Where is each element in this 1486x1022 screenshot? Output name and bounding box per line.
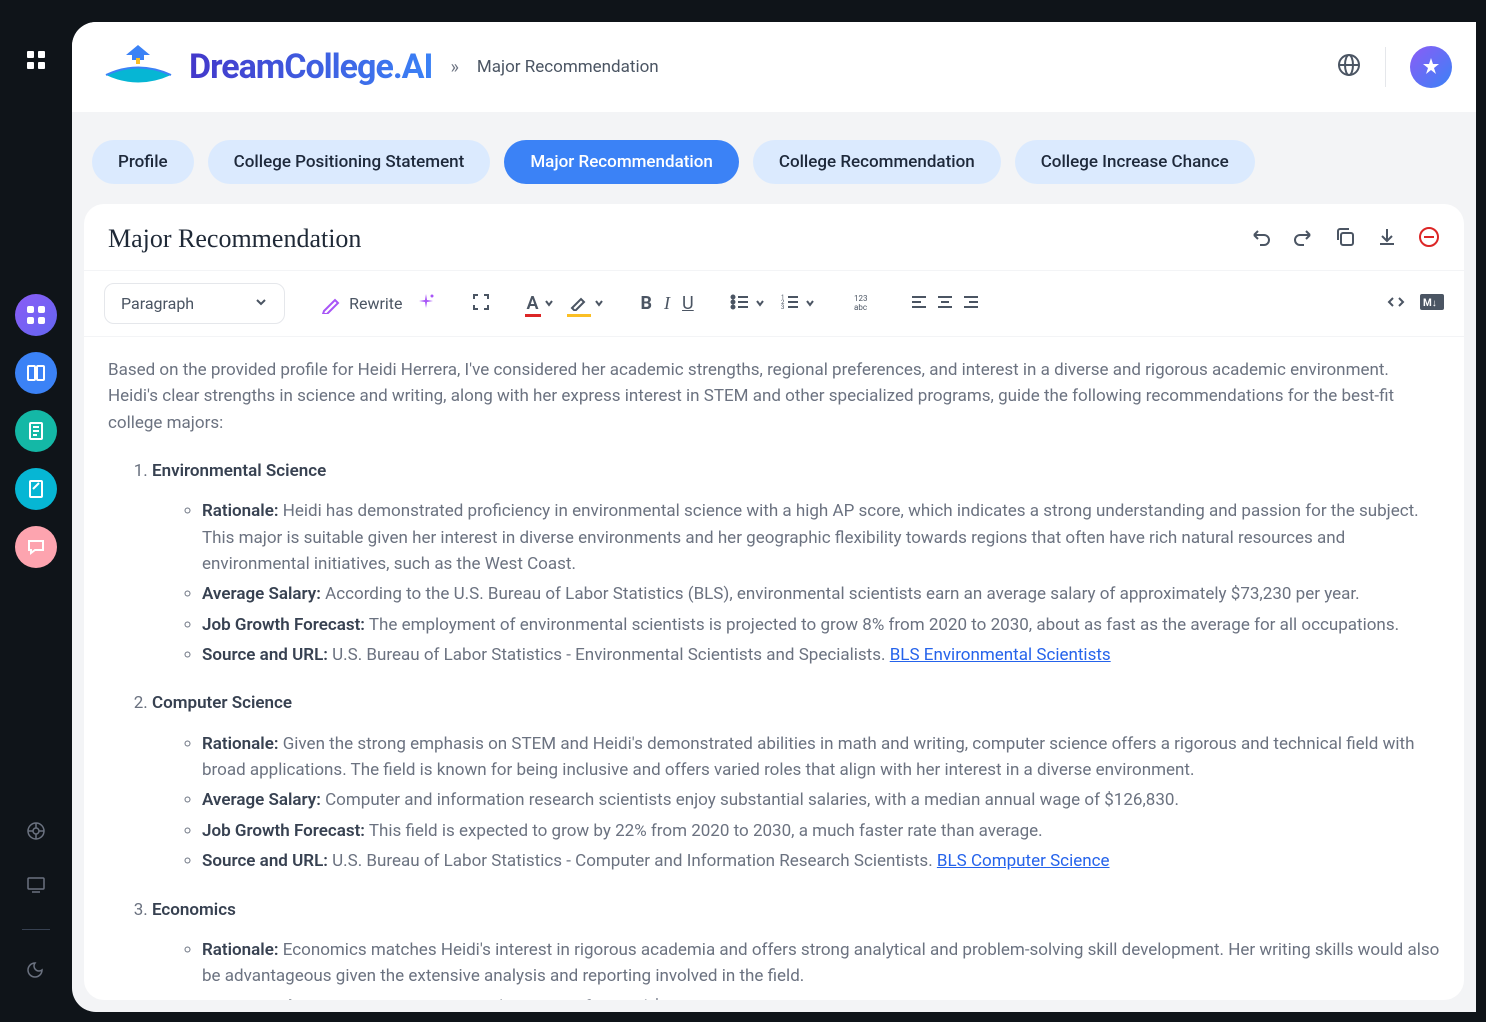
tab-increase-chance[interactable]: College Increase Chance [1015, 140, 1255, 184]
rewrite-button[interactable]: Rewrite [321, 294, 402, 314]
logo-text: DreamCollege.AI [189, 47, 432, 87]
svg-text:123: 123 [854, 294, 868, 303]
svg-text:M↓: M↓ [1423, 298, 1437, 309]
logo-icon [96, 40, 181, 95]
align-right-icon[interactable] [962, 293, 980, 315]
download-icon[interactable] [1376, 226, 1398, 252]
editor-toolbar: Paragraph Rewrite A [84, 270, 1464, 337]
detail-growth: Job Growth Forecast: The employment of e… [202, 612, 1440, 638]
numbered-list-icon: 123 [780, 292, 800, 316]
redo-icon[interactable] [1292, 226, 1314, 252]
user-avatar[interactable] [1410, 46, 1452, 88]
highlight-color-button[interactable] [569, 294, 605, 313]
detail-salary: Average Salary: Economists earn a median… [202, 994, 1440, 1000]
align-center-icon[interactable] [936, 293, 954, 315]
source-link[interactable]: BLS Computer Science [937, 851, 1110, 871]
tabs: Profile College Positioning Statement Ma… [72, 112, 1476, 204]
tab-college-recommendation[interactable]: College Recommendation [753, 140, 1001, 184]
bullet-list-button[interactable] [730, 292, 766, 316]
detail-source: Source and URL: U.S. Bureau of Labor Sta… [202, 642, 1440, 668]
chevron-down-icon [543, 294, 555, 313]
sidebar-bottom [22, 821, 50, 982]
abc-format-icon[interactable]: 123abc [852, 291, 874, 317]
detail-source: Source and URL: U.S. Bureau of Labor Sta… [202, 848, 1440, 874]
major-details: Rationale: Heidi has demonstrated profic… [152, 498, 1440, 668]
major-item: Computer Science Rationale: Given the st… [152, 690, 1440, 874]
italic-icon[interactable]: I [664, 293, 670, 314]
tab-profile[interactable]: Profile [92, 140, 194, 184]
card-title: Major Recommendation [108, 224, 361, 254]
chevron-down-icon [254, 294, 268, 313]
major-details: Rationale: Given the strong emphasis on … [152, 731, 1440, 875]
intro-paragraph: Based on the provided profile for Heidi … [108, 357, 1440, 436]
code-view-icon[interactable] [1386, 292, 1406, 316]
numbered-list-button[interactable]: 123 [780, 292, 816, 316]
source-link[interactable]: BLS Environmental Scientists [890, 645, 1111, 665]
text-color-button[interactable]: A [527, 293, 555, 314]
text-color-a-icon: A [527, 293, 539, 314]
card-header: Major Recommendation [84, 204, 1464, 270]
language-icon[interactable] [1337, 53, 1361, 81]
detail-rationale: Rationale: Given the strong emphasis on … [202, 731, 1440, 784]
paragraph-style-select[interactable]: Paragraph [104, 283, 285, 324]
sidebar-divider [22, 929, 50, 930]
header-divider [1385, 47, 1386, 87]
chevron-down-icon [593, 294, 605, 313]
tab-major-recommendation[interactable]: Major Recommendation [504, 140, 739, 184]
detail-salary: Average Salary: Computer and information… [202, 787, 1440, 813]
rewrite-label: Rewrite [349, 294, 402, 313]
sidebar-nav-chat[interactable] [15, 526, 57, 568]
detail-growth: Job Growth Forecast: This field is expec… [202, 818, 1440, 844]
major-title: Computer Science [152, 693, 292, 713]
sidebar-nav-columns[interactable] [15, 352, 57, 394]
align-left-icon[interactable] [910, 293, 928, 315]
paragraph-label: Paragraph [121, 294, 194, 313]
bullet-list-icon [730, 292, 750, 316]
remove-icon[interactable] [1418, 226, 1440, 252]
undo-icon[interactable] [1250, 226, 1272, 252]
sidebar-nav-document[interactable] [15, 410, 57, 452]
sidebar [0, 0, 72, 1022]
bold-icon[interactable]: B [641, 293, 653, 314]
breadcrumb-separator-icon: » [450, 57, 458, 78]
majors-list: Environmental Science Rationale: Heidi h… [108, 458, 1440, 1000]
ai-sparkle-icon[interactable] [417, 293, 435, 315]
detail-rationale: Rationale: Economics matches Heidi's int… [202, 937, 1440, 990]
fullscreen-icon[interactable] [471, 292, 491, 316]
major-title: Economics [152, 900, 236, 920]
major-title: Environmental Science [152, 461, 326, 481]
detail-salary: Average Salary: According to the U.S. Bu… [202, 581, 1440, 607]
moon-icon[interactable] [27, 960, 45, 982]
chevron-down-icon [804, 294, 816, 313]
underline-icon[interactable]: U [682, 293, 694, 314]
svg-text:3: 3 [781, 304, 784, 311]
sidebar-nav-dashboard[interactable] [15, 294, 57, 336]
detail-rationale: Rationale: Heidi has demonstrated profic… [202, 498, 1440, 577]
help-icon[interactable] [26, 821, 46, 845]
highlight-marker-icon [569, 295, 589, 313]
apps-grid-icon[interactable] [26, 50, 46, 74]
tab-positioning[interactable]: College Positioning Statement [208, 140, 491, 184]
svg-text:abc: abc [854, 303, 867, 312]
copy-icon[interactable] [1334, 226, 1356, 252]
header: DreamCollege.AI » Major Recommendation [72, 22, 1476, 112]
major-details: Rationale: Economics matches Heidi's int… [152, 937, 1440, 1000]
content-card: Major Recommendation [84, 204, 1464, 1000]
main-panel: DreamCollege.AI » Major Recommendation P… [72, 22, 1476, 1012]
header-actions [1337, 46, 1452, 88]
monitor-icon[interactable] [26, 875, 46, 899]
chevron-down-icon [754, 294, 766, 313]
breadcrumb-current: Major Recommendation [477, 57, 659, 77]
editor-content[interactable]: Based on the provided profile for Heidi … [84, 337, 1464, 1000]
markdown-icon[interactable]: M↓ [1420, 294, 1444, 314]
card-actions [1250, 226, 1440, 252]
app-logo[interactable]: DreamCollege.AI [96, 40, 432, 95]
sidebar-nav-edit-doc[interactable] [15, 468, 57, 510]
major-item: Economics Rationale: Economics matches H… [152, 897, 1440, 1001]
major-item: Environmental Science Rationale: Heidi h… [152, 458, 1440, 668]
